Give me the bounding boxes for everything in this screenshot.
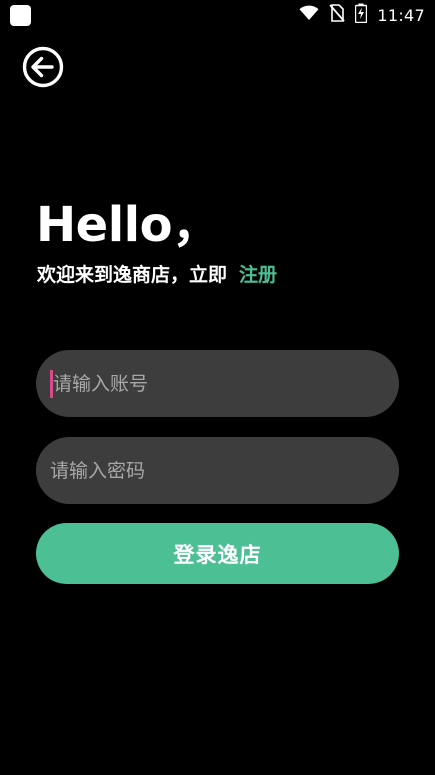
status-time: 11:47 [377,5,425,25]
status-icons: 11:47 [299,3,425,27]
back-button[interactable] [21,45,65,89]
app-indicator-icon [10,5,31,26]
no-sim-icon [329,4,346,26]
status-bar: 11:47 [0,0,435,32]
account-field[interactable] [36,350,399,417]
welcome-line: 欢迎来到逸商店，立即 注册 [37,260,277,290]
register-link[interactable]: 注册 [239,264,277,286]
wifi-icon [299,5,319,25]
back-arrow-circle-icon [22,46,64,88]
password-field[interactable] [36,437,399,504]
welcome-text: 欢迎来到逸商店，立即 [37,264,228,286]
battery-charging-icon [355,3,368,27]
login-button[interactable]: 登录逸店 [36,523,399,584]
password-input[interactable] [50,450,380,491]
page-title: Hello， [36,197,220,253]
account-input[interactable] [53,363,383,404]
